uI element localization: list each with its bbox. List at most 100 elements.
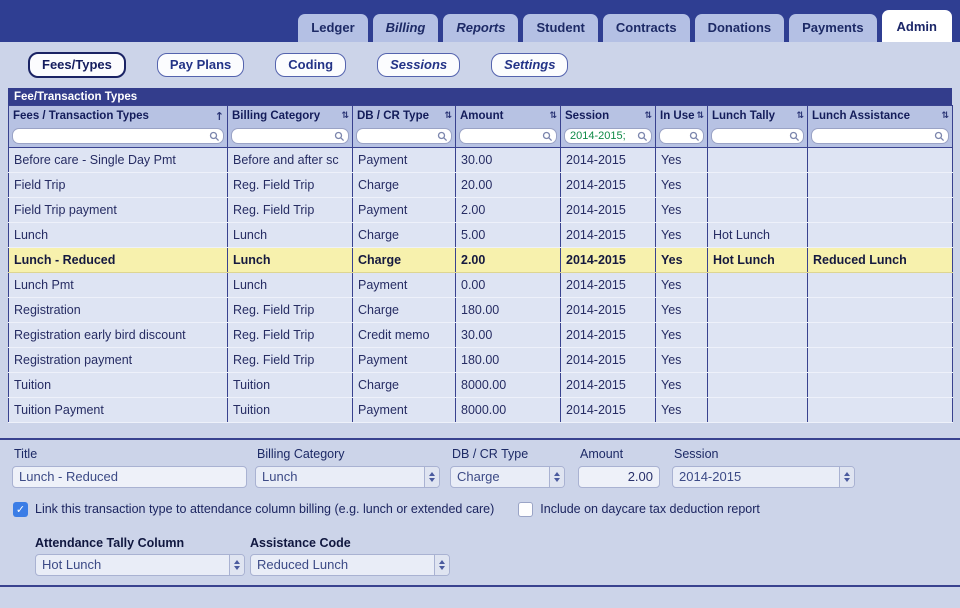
sort-both-icon[interactable]: ⇅ xyxy=(444,111,452,121)
table-row[interactable]: Lunch Lunch Charge 5.00 2014-2015 Yes Hot Lunc… xyxy=(8,222,953,248)
column-label: In Use xyxy=(660,110,695,122)
filter-cell xyxy=(227,126,353,148)
table-row[interactable]: Lunch Pmt Lunch Payment 0.00 2014-2015 Yes xyxy=(8,272,953,298)
table-cell: Charge xyxy=(352,172,456,198)
tab-donations[interactable]: Donations xyxy=(694,14,785,42)
sort-both-icon[interactable]: ⇅ xyxy=(941,111,949,121)
link-attendance-checkbox[interactable]: ✓ xyxy=(13,501,28,517)
column-header-fees-transaction-types[interactable]: Fees / Transaction Types ↑ xyxy=(8,105,228,126)
table-row[interactable]: Registration payment Reg. Field Trip Payme… xyxy=(8,347,953,373)
filter-input-fees-transaction-types[interactable] xyxy=(18,130,209,143)
sort-both-icon[interactable]: ⇅ xyxy=(796,111,804,121)
billing-category-label: Billing Category xyxy=(257,446,345,461)
column-header-lunch-assistance[interactable]: Lunch Assistance ⇅ xyxy=(807,105,953,126)
table-cell xyxy=(707,347,808,373)
table-cell xyxy=(707,272,808,298)
db-cr-type-select[interactable]: Charge xyxy=(450,465,565,488)
column-label: Amount xyxy=(460,110,504,122)
tab-payments[interactable]: Payments xyxy=(789,14,877,42)
subnav-sessions[interactable]: Sessions xyxy=(377,53,461,77)
table-row[interactable]: Before care - Single Day Pmt Before and a… xyxy=(8,147,953,173)
table-row[interactable]: Tuition Tuition Charge 8000.00 2014-2015 Yes xyxy=(8,372,953,398)
table-cell: Tuition Payment xyxy=(8,397,228,423)
table-cell: Yes xyxy=(655,197,708,223)
column-header-session[interactable]: Session ⇅ xyxy=(560,105,656,126)
daycare-report-checkbox[interactable] xyxy=(518,501,534,517)
table-cell xyxy=(807,197,953,223)
amount-input[interactable] xyxy=(578,465,660,488)
sort-both-icon[interactable]: ⇅ xyxy=(697,111,705,121)
tab-reports[interactable]: Reports xyxy=(443,14,519,42)
filter-cell xyxy=(560,126,656,148)
table-row[interactable]: Tuition Payment Tuition Payment 8000.00 2014… xyxy=(8,397,953,423)
assistance-code-select[interactable]: Reduced Lunch xyxy=(250,553,450,576)
table-header-row: Fees / Transaction Types ↑ Billing Categor… xyxy=(8,105,953,126)
filter-input-amount[interactable] xyxy=(465,130,542,143)
table-cell: Registration xyxy=(8,297,228,323)
table-cell: 2.00 xyxy=(455,197,561,223)
tab-billing[interactable]: Billing xyxy=(372,14,439,42)
table-row[interactable]: Field Trip Reg. Field Trip Charge 20.00 2014… xyxy=(8,172,953,198)
filter-box xyxy=(231,128,349,145)
subnav-coding[interactable]: Coding xyxy=(275,53,347,77)
table-cell: Reg. Field Trip xyxy=(227,197,353,223)
sort-both-icon[interactable]: ⇅ xyxy=(341,111,349,121)
search-icon xyxy=(542,131,553,141)
filter-input-session[interactable] xyxy=(570,130,637,143)
table-cell: 20.00 xyxy=(455,172,561,198)
table-cell: Hot Lunch xyxy=(707,247,808,273)
table-cell: Charge xyxy=(352,372,456,398)
table-cell: Before and after sc xyxy=(227,147,353,173)
tab-contracts[interactable]: Contracts xyxy=(602,14,690,42)
table-cell: Credit memo xyxy=(352,322,456,348)
table-row[interactable]: Field Trip payment Reg. Field Trip Payment… xyxy=(8,197,953,223)
table-cell xyxy=(707,147,808,173)
filter-cell xyxy=(455,126,561,148)
sort-both-icon[interactable]: ⇅ xyxy=(549,111,557,121)
filter-input-lunch-tally[interactable] xyxy=(717,130,789,143)
attendance-tally-select[interactable]: Hot Lunch xyxy=(35,553,245,576)
subnav-pay-plans[interactable]: Pay Plans xyxy=(156,53,245,77)
subnav-fees-types[interactable]: Fees/Types xyxy=(28,52,126,78)
filter-input-lunch-assistance[interactable] xyxy=(817,130,934,143)
table-cell xyxy=(807,297,953,323)
table-cell xyxy=(807,322,953,348)
filter-input-db-cr-type[interactable] xyxy=(362,130,437,143)
table-row[interactable]: Registration Reg. Field Trip Charge 180.00 2… xyxy=(8,297,953,323)
subnav-settings[interactable]: Settings xyxy=(491,53,569,77)
table-cell: Tuition xyxy=(8,372,228,398)
table-cell: Yes xyxy=(655,372,708,398)
table-cell: Reduced Lunch xyxy=(807,247,953,273)
tab-student[interactable]: Student xyxy=(523,14,598,42)
tab-ledger[interactable]: Ledger xyxy=(298,14,368,42)
table-cell xyxy=(807,147,953,173)
table-cell xyxy=(707,172,808,198)
filter-input-billing-category[interactable] xyxy=(237,130,334,143)
table-row[interactable]: Lunch - Reduced Lunch Charge 2.00 2014-2015 Y… xyxy=(8,247,953,273)
filter-input-in-use[interactable] xyxy=(665,130,689,143)
search-icon xyxy=(334,131,345,141)
table-cell: 180.00 xyxy=(455,297,561,323)
column-header-billing-category[interactable]: Billing Category ⇅ xyxy=(227,105,353,126)
sort-both-icon[interactable]: ⇅ xyxy=(644,111,652,121)
tab-admin[interactable]: Admin xyxy=(881,10,952,42)
filter-box xyxy=(711,128,804,145)
table-cell: Hot Lunch xyxy=(707,222,808,248)
column-label: Lunch Assistance xyxy=(812,110,910,122)
column-header-lunch-tally[interactable]: Lunch Tally ⇅ xyxy=(707,105,808,126)
table-row[interactable]: Registration early bird discount Reg. Fie… xyxy=(8,322,953,348)
column-header-db-cr-type[interactable]: DB / CR Type ⇅ xyxy=(352,105,456,126)
billing-category-select[interactable]: Lunch xyxy=(255,465,440,488)
table-cell: 2014-2015 xyxy=(560,197,656,223)
title-input[interactable] xyxy=(12,465,247,488)
amount-label: Amount xyxy=(580,446,624,461)
table-cell: Yes xyxy=(655,322,708,348)
daycare-report-label: Include on daycare tax deduction report xyxy=(540,502,760,516)
search-icon xyxy=(637,131,648,141)
column-header-in-use[interactable]: In Use ⇅ xyxy=(655,105,708,126)
session-select[interactable]: 2014-2015 xyxy=(672,465,855,488)
fees-table-wrap: Fees / Transaction Types ↑ Billing Categor… xyxy=(8,105,953,423)
column-header-amount[interactable]: Amount ⇅ xyxy=(455,105,561,126)
sort-ascending-icon[interactable]: ↑ xyxy=(215,110,224,123)
table-cell xyxy=(807,347,953,373)
